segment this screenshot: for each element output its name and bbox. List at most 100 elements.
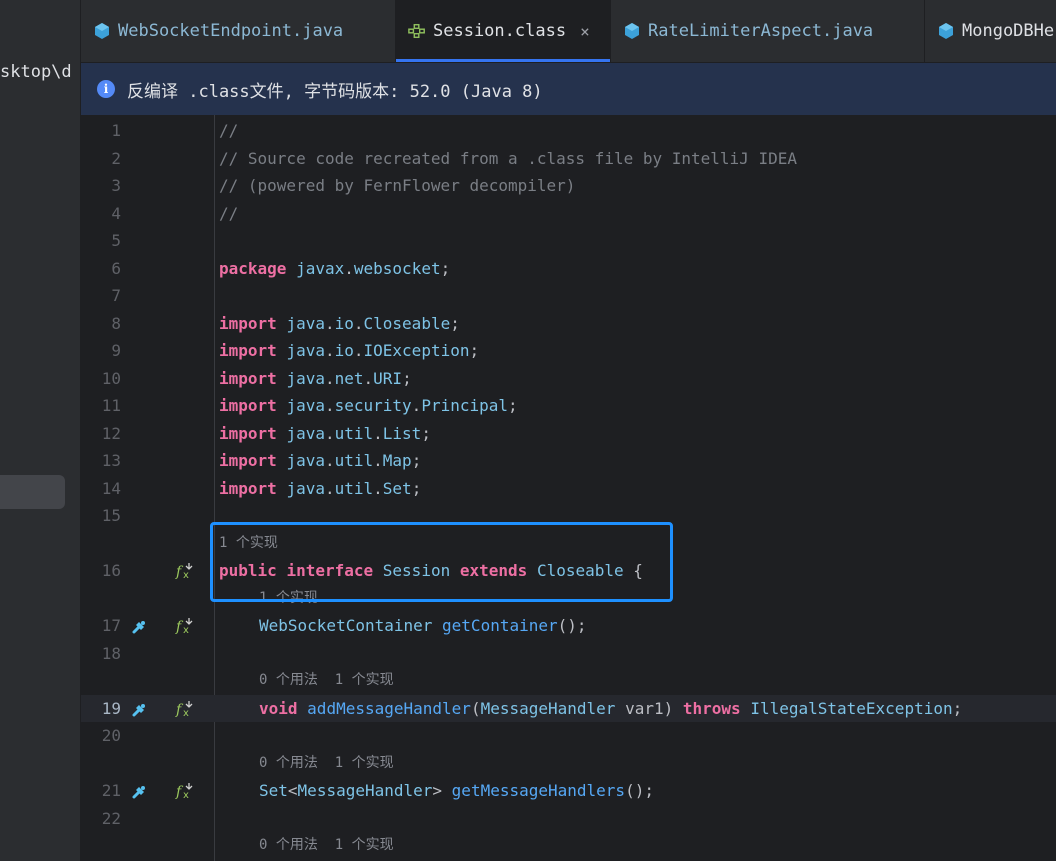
implementation-gutter-icon[interactable] xyxy=(130,617,148,635)
project-panel: sktop\d xyxy=(0,0,81,861)
svg-text:x: x xyxy=(183,625,189,636)
code-line: 16 f x public interface Session extends Clo… xyxy=(81,557,1056,584)
svg-text:x: x xyxy=(183,790,189,801)
project-path-text: sktop\d xyxy=(0,62,72,82)
code-text[interactable]: import java.security.Principal; xyxy=(219,392,518,419)
code-text[interactable]: void addMessageHandler(MessageHandler va… xyxy=(259,695,962,722)
line-number[interactable]: 12 xyxy=(81,420,121,447)
code-line: 15 xyxy=(81,502,1056,529)
code-text[interactable]: // xyxy=(219,117,238,144)
inlay-hint: 1 个实现 xyxy=(81,585,1056,612)
decompiled-info-banner: i 反编译 .class文件, 字节码版本: 52.0 (Java 8) xyxy=(81,63,1056,115)
code-text[interactable]: // xyxy=(219,200,238,227)
tab-websocketendpoint[interactable]: WebSocketEndpoint.java xyxy=(81,0,396,62)
line-number[interactable]: 4 xyxy=(81,200,121,227)
java-class-icon xyxy=(937,22,955,40)
line-number[interactable]: 14 xyxy=(81,475,121,502)
inlay-hint-text[interactable]: 0 个用法 1 个实现 xyxy=(259,832,394,859)
code-text[interactable]: // Source code recreated from a .class f… xyxy=(219,145,797,172)
code-editor[interactable]: 1 // 2 // Source code recreated from a .cla… xyxy=(81,115,1056,861)
line-number[interactable]: 13 xyxy=(81,447,121,474)
line-number[interactable]: 20 xyxy=(81,722,121,749)
line-number[interactable]: 11 xyxy=(81,392,121,419)
project-tree-selected-row[interactable] xyxy=(0,475,65,509)
code-line: 10 import java.net.URI; xyxy=(81,365,1056,392)
implementation-gutter-icon[interactable] xyxy=(130,782,148,800)
code-line: 8 import java.io.Closeable; xyxy=(81,310,1056,337)
code-text[interactable]: package javax.websocket; xyxy=(219,255,450,282)
inlay-hint-text[interactable]: 1 个实现 xyxy=(219,530,278,557)
inlay-hint-text[interactable]: 1 个实现 xyxy=(259,585,318,612)
line-number[interactable]: 8 xyxy=(81,310,121,337)
code-line: 6 package javax.websocket; xyxy=(81,255,1056,282)
line-number[interactable]: 9 xyxy=(81,337,121,364)
code-line: 19 f x void addMessageHandler(MessageHandle… xyxy=(81,694,1056,722)
function-gutter-icon[interactable]: fx xyxy=(175,781,195,801)
code-line: 4 // xyxy=(81,200,1056,227)
interface-class-icon xyxy=(408,22,426,40)
svg-text:x: x xyxy=(183,708,189,719)
code-line: 3 // (powered by FernFlower decompiler) xyxy=(81,172,1056,199)
code-line: 2 // Source code recreated from a .class … xyxy=(81,145,1056,172)
code-line: 12 import java.util.List; xyxy=(81,420,1056,447)
banner-text: 反编译 .class文件, 字节码版本: 52.0 (Java 8) xyxy=(127,81,543,102)
code-text[interactable]: public interface Session extends Closeab… xyxy=(219,557,643,584)
line-number[interactable]: 22 xyxy=(81,805,121,832)
close-icon[interactable]: × xyxy=(580,22,590,41)
function-gutter-icon[interactable]: fx xyxy=(175,561,195,581)
code-text[interactable]: import java.util.Set; xyxy=(219,475,421,502)
code-text[interactable]: import java.net.URI; xyxy=(219,365,412,392)
inlay-hint-text[interactable]: 0 个用法 1 个实现 xyxy=(259,750,394,777)
code-line: 18 xyxy=(81,640,1056,667)
code-line: 9 import java.io.IOException; xyxy=(81,337,1056,364)
svg-text:x: x xyxy=(183,570,189,581)
code-line: 1 // xyxy=(81,117,1056,144)
code-text[interactable]: Set<MessageHandler> getMessageHandlers()… xyxy=(259,777,654,804)
tab-label: MongoDBHe xyxy=(962,21,1055,41)
implementation-gutter-icon[interactable] xyxy=(130,700,148,718)
code-text[interactable]: import java.util.Map; xyxy=(219,447,421,474)
tab-label: WebSocketEndpoint.java xyxy=(118,21,344,41)
code-text[interactable]: WebSocketContainer getContainer(); xyxy=(259,612,587,639)
line-number[interactable]: 15 xyxy=(81,502,121,529)
line-number[interactable]: 1 xyxy=(81,117,121,144)
line-number[interactable]: 17 xyxy=(81,612,121,639)
line-number[interactable]: 19 xyxy=(81,695,121,722)
code-line: 7 xyxy=(81,282,1056,309)
line-number[interactable]: 7 xyxy=(81,282,121,309)
code-text[interactable]: import java.io.IOException; xyxy=(219,337,479,364)
inlay-hint: 0 个用法 1 个实现 xyxy=(81,750,1056,777)
code-line: 21 f x Set<MessageHandler> getMessageHandle… xyxy=(81,777,1056,804)
tab-ratelimiteraspect[interactable]: RateLimiterAspect.java xyxy=(611,0,925,62)
code-line: 20 xyxy=(81,722,1056,749)
java-class-icon xyxy=(623,22,641,40)
line-number[interactable]: 16 xyxy=(81,557,121,584)
tab-session-class[interactable]: Session.class × xyxy=(396,0,611,62)
tab-label: RateLimiterAspect.java xyxy=(648,21,874,41)
line-number[interactable]: 6 xyxy=(81,255,121,282)
line-number[interactable]: 18 xyxy=(81,640,121,667)
code-text[interactable]: // (powered by FernFlower decompiler) xyxy=(219,172,575,199)
code-line: 5 xyxy=(81,227,1056,254)
line-number[interactable]: 5 xyxy=(81,227,121,254)
tab-mongodbhe[interactable]: MongoDBHe xyxy=(925,0,1056,62)
code-line: 11 import java.security.Principal; xyxy=(81,392,1056,419)
code-line: 13 import java.util.Map; xyxy=(81,447,1056,474)
inlay-hint: 0 个用法 1 个实现 xyxy=(81,832,1056,859)
code-line: 17 f x WebSocketContainer getContainer(); xyxy=(81,612,1056,639)
function-gutter-icon[interactable]: fx xyxy=(175,616,195,636)
code-text[interactable]: import java.io.Closeable; xyxy=(219,310,460,337)
inlay-hint: 0 个用法 1 个实现 xyxy=(81,667,1056,694)
line-number[interactable]: 10 xyxy=(81,365,121,392)
inlay-hint-text[interactable]: 0 个用法 1 个实现 xyxy=(259,667,394,694)
editor-tab-bar: WebSocketEndpoint.java Session.class × R… xyxy=(81,0,1056,63)
code-line: 22 xyxy=(81,805,1056,832)
code-text[interactable]: import java.util.List; xyxy=(219,420,431,447)
line-number[interactable]: 3 xyxy=(81,172,121,199)
inlay-hint: 1 个实现 xyxy=(81,530,1056,557)
code-line: 14 import java.util.Set; xyxy=(81,475,1056,502)
line-number[interactable]: 21 xyxy=(81,777,121,804)
tab-label: Session.class xyxy=(433,21,567,41)
function-gutter-icon[interactable]: fx xyxy=(175,699,195,719)
line-number[interactable]: 2 xyxy=(81,145,121,172)
